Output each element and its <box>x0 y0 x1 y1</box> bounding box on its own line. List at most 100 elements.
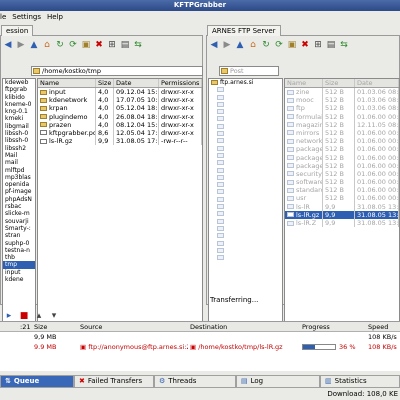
forward-icon[interactable]: ▶ <box>15 39 27 51</box>
table-row[interactable]: ls-lR.Z 9,931.08.05 13:05 <box>285 219 399 228</box>
tab-log[interactable]: ▤ Log <box>236 375 320 388</box>
tree-item[interactable] <box>209 181 282 188</box>
tab-session[interactable]: ession <box>1 25 34 36</box>
remote-tree[interactable]: ftp.arnes.si <box>208 78 283 330</box>
tree-item[interactable]: stran <box>3 232 35 239</box>
new-folder-icon[interactable]: ▣ <box>286 39 298 51</box>
table-row[interactable]: security512 B01.06.00 00:00 <box>285 169 399 179</box>
tree-item[interactable]: libgmail <box>3 123 35 130</box>
tree-item[interactable] <box>209 152 282 159</box>
start-queue-icon[interactable]: ▸ <box>3 310 15 322</box>
table-row[interactable]: packages3512 B01.06.00 00:00 <box>285 161 399 170</box>
refresh-icon[interactable]: ⟳ <box>67 39 79 51</box>
column-header[interactable]: Date <box>114 79 159 87</box>
table-row[interactable]: standards512 B01.06.00 00:00 <box>285 186 399 195</box>
column-header[interactable]: Name <box>285 79 323 87</box>
tree-item[interactable]: thb <box>3 254 35 261</box>
delete-icon[interactable]: ✖ <box>93 39 105 51</box>
column-header[interactable]: Destination <box>188 322 300 331</box>
column-header[interactable] <box>0 322 18 331</box>
transfer-icon[interactable]: ⇆ <box>132 39 144 51</box>
tree-item[interactable]: kng-0.1 <box>3 108 35 115</box>
up-icon[interactable]: ▲ <box>28 39 40 51</box>
tree-item[interactable] <box>209 188 282 195</box>
column-header[interactable]: Progress <box>300 322 366 331</box>
queue-row[interactable]: 9.9 MB ▣ ftp://anonymous@ftp.arnes.si:21/… <box>0 342 400 352</box>
column-header[interactable]: Size <box>323 79 355 87</box>
tree-item[interactable] <box>209 101 282 108</box>
table-row[interactable]: prazen 4,008.12.04 15:54drwxr-xr-x <box>38 120 202 129</box>
tree-item[interactable] <box>209 232 282 239</box>
table-row[interactable]: network512 B01.06.00 00:00 <box>285 137 399 146</box>
tree-item[interactable] <box>209 225 282 232</box>
tab-failed-transfers[interactable]: ✖ Failed Transfers <box>74 375 154 388</box>
tree-item[interactable]: openida <box>3 181 35 188</box>
tree-item[interactable]: souvarji <box>3 218 35 225</box>
tree-item[interactable]: tmp <box>3 261 35 269</box>
table-row[interactable]: ls-lR 9,931.08.05 13:05 <box>285 202 399 211</box>
column-header[interactable]: Date <box>355 79 399 87</box>
local-file-list[interactable]: Name Size Date Permissions input 4,0 09.12.04 … <box>37 78 203 330</box>
up-icon[interactable]: ▲ <box>234 39 246 51</box>
tree-item[interactable] <box>209 159 282 166</box>
tree-item[interactable]: slicke-m <box>3 210 35 217</box>
down-arrow-icon[interactable]: ▾ <box>48 310 60 322</box>
tree-view-icon[interactable]: ⊞ <box>106 39 118 51</box>
tree-item[interactable] <box>209 94 282 101</box>
tree-item[interactable] <box>209 130 282 137</box>
stop-icon[interactable]: ■ <box>18 310 30 322</box>
remote-file-list[interactable]: NameSizeDatezine512 B01.03.06 08:01mooc5… <box>284 78 400 330</box>
tree-item[interactable]: input <box>3 269 35 276</box>
table-row[interactable]: zine 512 B01.03.06 08:01 <box>285 88 399 97</box>
tree-item[interactable]: kmeki <box>3 115 35 122</box>
tree-item[interactable]: testna-n <box>3 247 35 254</box>
forward-icon[interactable]: ▶ <box>221 39 233 51</box>
tree-item[interactable]: Smarty-: <box>3 225 35 232</box>
home-icon[interactable]: ⌂ <box>247 39 259 51</box>
tree-item[interactable] <box>209 247 282 254</box>
reload-icon[interactable]: ↻ <box>260 39 272 51</box>
column-header[interactable]: Permissions <box>159 79 202 87</box>
transfer-queue[interactable]: :21 Size Source Destination Progress Speed 9,9… <box>0 321 400 371</box>
column-header[interactable]: :21 <box>18 322 32 331</box>
tree-item[interactable]: libssh-0 <box>3 137 35 144</box>
tree-item[interactable] <box>209 145 282 152</box>
tree-item[interactable] <box>209 210 282 217</box>
table-row[interactable]: usr 512 B01.06.00 00:00 <box>285 194 399 203</box>
tree-item[interactable]: phpAdsN <box>3 196 35 203</box>
table-row[interactable]: software512 B01.06.00 00:00 <box>285 178 399 187</box>
tree-item[interactable] <box>209 218 282 225</box>
table-row[interactable]: formulaij512 B01.06.00 00:00 <box>285 112 399 121</box>
menu-item[interactable]: Help <box>47 13 63 21</box>
tree-item[interactable] <box>209 115 282 122</box>
tab-threads[interactable]: ⚙ Threads <box>154 375 236 388</box>
tree-item[interactable]: klibido <box>3 94 35 101</box>
table-row[interactable]: packages2512 B01.06.00 00:00 <box>285 153 399 162</box>
tree-item[interactable] <box>209 174 282 181</box>
tree-item[interactable]: suphp-0 <box>3 240 35 247</box>
reload-icon[interactable]: ↻ <box>54 39 66 51</box>
tree-item[interactable]: kneme-0 <box>3 101 35 108</box>
list-view-icon[interactable]: ▤ <box>119 39 131 51</box>
tree-item[interactable]: mlftpd <box>3 167 35 174</box>
local-path[interactable]: /home/kostko/tmp <box>31 66 203 76</box>
tab-statistics[interactable]: ▥ Statistics <box>320 375 400 388</box>
column-header[interactable]: Name <box>38 79 96 87</box>
column-header[interactable]: Size <box>96 79 114 87</box>
tree-item[interactable]: ftpgrab <box>3 86 35 93</box>
table-row[interactable]: ftp 512 B01.03.06 08:01 <box>285 104 399 113</box>
column-header[interactable]: Source <box>78 322 188 331</box>
column-header[interactable]: Speed <box>366 322 400 331</box>
local-tree[interactable]: kdeweb ftpgrab klibido kneme-0 kng-0.1 kmeki l… <box>2 78 36 330</box>
tree-item[interactable] <box>209 137 282 144</box>
tab-queue[interactable]: ⇅ Queue <box>0 375 74 388</box>
table-row[interactable]: magazines512 B12.11.05 08:01 <box>285 120 399 129</box>
table-row[interactable]: kftpgrabber.potta...8,612.05.04 17:22drw… <box>38 128 202 138</box>
tree-item[interactable]: kdene <box>3 276 35 283</box>
tree-item[interactable] <box>209 240 282 247</box>
tree-item[interactable] <box>209 203 282 210</box>
new-folder-icon[interactable]: ▣ <box>80 39 92 51</box>
table-row[interactable]: ls-lR.gz9,931.08.05 13:05 <box>285 210 399 219</box>
table-row[interactable]: krpan 4,005.12.04 18:54drwxr-xr-x <box>38 104 202 113</box>
queue-row[interactable]: 9,9 MB 108 KB/s <box>0 332 400 342</box>
